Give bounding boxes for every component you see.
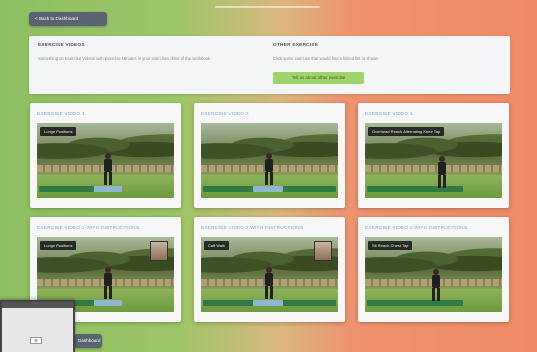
dashboard-button-bottom[interactable]: Dashboard — [74, 334, 102, 348]
exerciser-figure — [264, 267, 274, 299]
exerciser-figure — [103, 267, 113, 299]
video-card[interactable]: EXERCISE VIDEO 2 — [194, 103, 345, 208]
info-panel: EXERCISE VIDEOS Something on Exercise Vi… — [29, 36, 510, 94]
menu-icon[interactable]: ☰ — [30, 337, 42, 344]
exercise-videos-section: EXERCISE VIDEOS Something on Exercise Vi… — [38, 43, 253, 62]
overlay-window[interactable]: ☰ — [0, 300, 75, 352]
exerciser-figure — [103, 153, 113, 185]
other-exercise-section: OTHER EXERCISE Click some exercise that … — [273, 43, 498, 84]
video-card[interactable]: EXERCISE VIDEO 3 WITH INSTRUCTIONS Sit R… — [358, 217, 509, 322]
video-card-title: EXERCISE VIDEO 1 — [37, 112, 85, 117]
video-thumbnail[interactable]: Lunge Positions — [37, 123, 174, 198]
other-exercise-description: Click some exercise that would find a li… — [273, 56, 379, 61]
instructor-pip — [314, 241, 332, 261]
video-thumbnail[interactable]: Calf Walk — [201, 237, 338, 312]
video-thumbnail[interactable]: Overhead Reach Alternating Knee Tap — [365, 123, 502, 198]
video-card[interactable]: EXERCISE VIDEO 1 Lunge Positions — [30, 103, 181, 208]
video-card-title: EXERCISE VIDEO 3 — [365, 112, 413, 117]
video-card-title: EXERCISE VIDEO 1 WITH INSTRUCTIONS — [37, 226, 140, 231]
exercise-videos-title: EXERCISE VIDEOS — [38, 43, 85, 48]
video-card[interactable]: EXERCISE VIDEO 3 Overhead Reach Alternat… — [358, 103, 509, 208]
back-to-dashboard-button[interactable]: < Back to Dashboard — [29, 12, 107, 26]
exercise-name-chip: Lunge Positions — [40, 241, 77, 250]
instructor-pip — [150, 241, 168, 261]
other-exercise-title: OTHER EXERCISE — [273, 43, 319, 48]
video-card-title: EXERCISE VIDEO 2 WITH INSTRUCTIONS — [201, 226, 304, 231]
overlay-titlebar[interactable] — [2, 302, 73, 308]
exercise-name-chip: Calf Walk — [204, 241, 229, 250]
exercise-name-chip: Lunge Positions — [40, 127, 77, 136]
video-thumbnail[interactable] — [201, 123, 338, 198]
exerciser-figure — [437, 156, 447, 188]
video-card[interactable]: EXERCISE VIDEO 2 WITH INSTRUCTIONS Calf … — [194, 217, 345, 322]
exerciser-figure — [264, 153, 274, 185]
video-thumbnail[interactable]: Sit Reach Chest Tap — [365, 237, 502, 312]
video-card-title: EXERCISE VIDEO 2 — [201, 112, 249, 117]
video-card-title: EXERCISE VIDEO 3 WITH INSTRUCTIONS — [365, 226, 468, 231]
top-divider — [215, 6, 320, 8]
exercise-videos-description: Something on Exercise Videos with Exerci… — [38, 56, 211, 61]
exercise-name-chip: Overhead Reach Alternating Knee Tap — [368, 127, 445, 136]
exercise-name-chip: Sit Reach Chest Tap — [368, 241, 413, 250]
exerciser-figure — [431, 269, 441, 301]
other-exercise-button[interactable]: Tell us about other exercise — [273, 72, 364, 84]
